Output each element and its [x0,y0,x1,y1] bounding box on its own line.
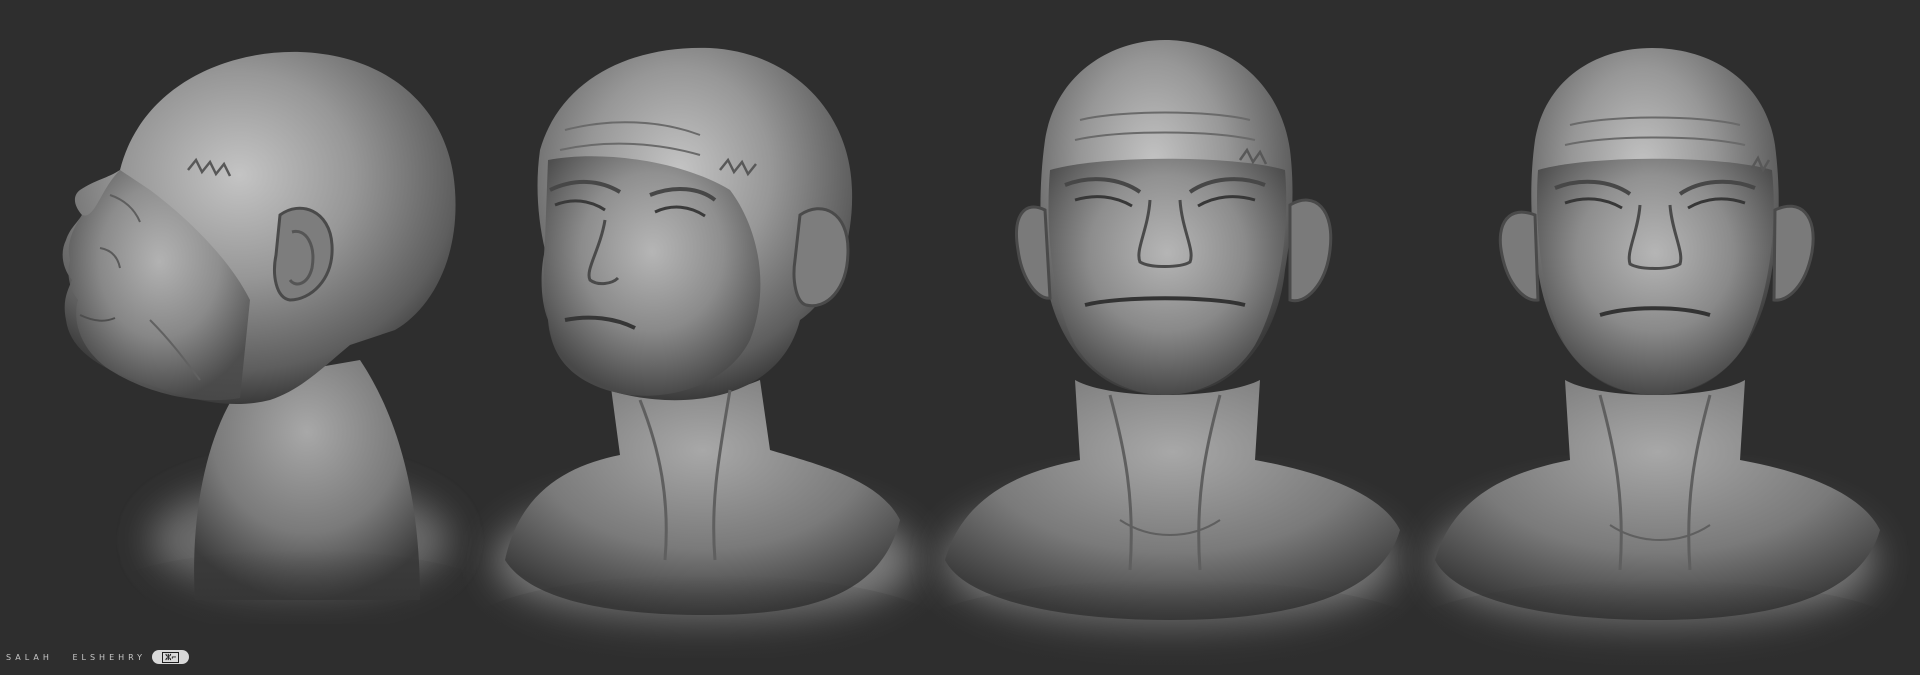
badge-logo-icon: ⵣ⌐ [162,651,180,663]
artist-name: SALAH ELSHEHRY [6,652,147,662]
signature-badge: ⵣ⌐ [152,650,190,664]
artist-signature: SALAH ELSHEHRY ⵣ⌐ [0,649,190,665]
sculpt-turntable-render [0,0,1920,675]
